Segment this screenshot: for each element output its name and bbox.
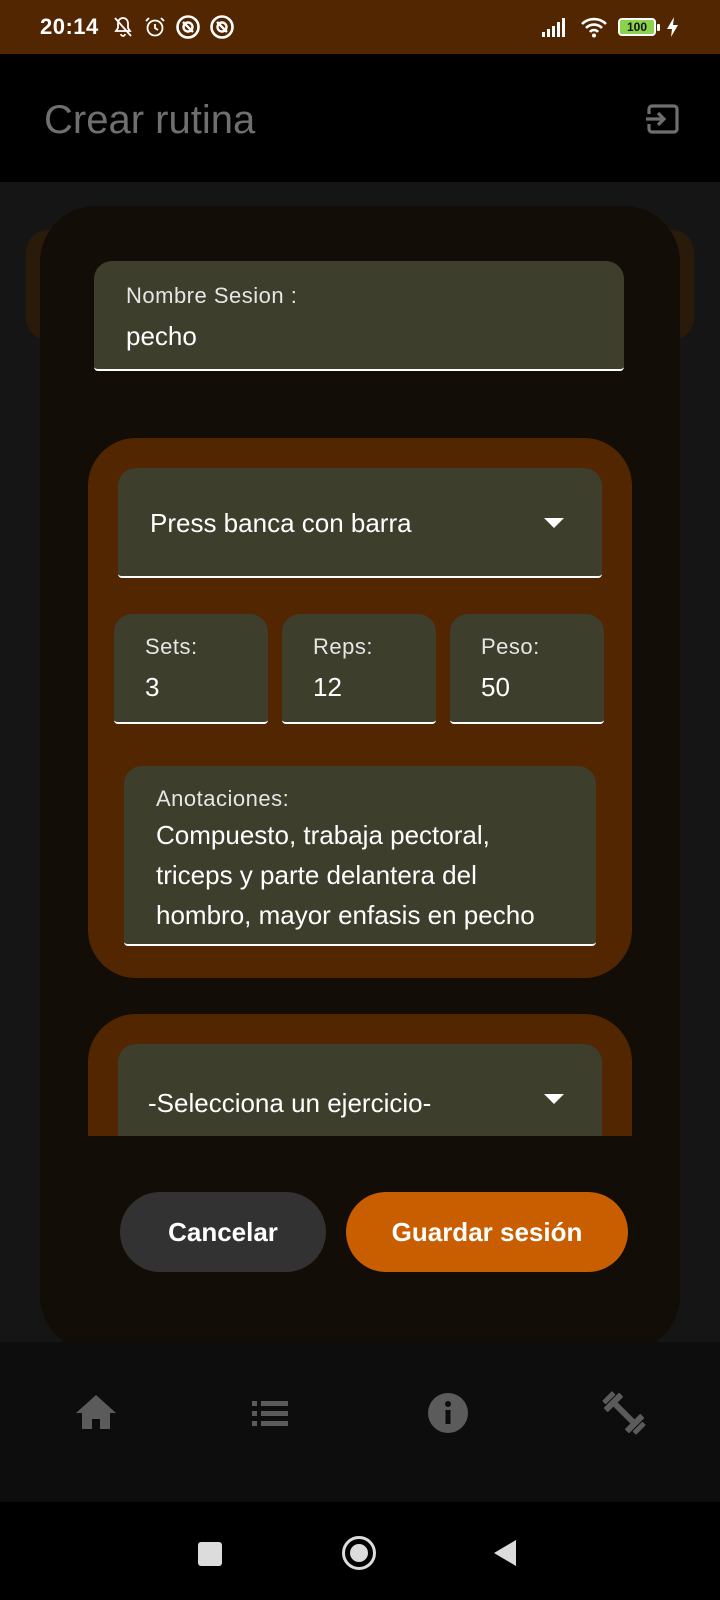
weight-field[interactable]: Peso: 50 — [450, 614, 604, 724]
reps-value: 12 — [313, 672, 342, 702]
session-name-label: Nombre Sesion : — [126, 283, 298, 308]
exit-icon[interactable] — [642, 98, 684, 140]
session-name-value: pecho — [126, 321, 197, 351]
focus-mode-icon — [209, 15, 234, 39]
exercise-placeholder: -Selecciona un ejercicio- — [148, 1088, 432, 1118]
app-bar: Crear rutina — [0, 54, 720, 182]
alarm-icon — [145, 17, 165, 37]
back-button[interactable] — [494, 1540, 516, 1566]
notes-field[interactable]: Anotaciones: Compuesto, trabaja pectoral… — [124, 766, 596, 946]
exercise-selected-value: Press banca con barra — [150, 508, 412, 538]
session-name-field[interactable]: Nombre Sesion : pecho — [94, 261, 624, 371]
weight-value: 50 — [481, 672, 510, 702]
exercise-dropdown[interactable]: Press banca con barra — [118, 468, 602, 578]
mute-bell-icon — [114, 17, 132, 37]
status-time: 20:14 — [40, 14, 99, 39]
exercise-dropdown[interactable]: -Selecciona un ejercicio- — [118, 1044, 602, 1136]
wifi-icon — [581, 17, 607, 38]
chevron-down-icon — [544, 518, 564, 528]
sets-label: Sets: — [145, 634, 198, 659]
notes-label: Anotaciones: — [156, 786, 290, 811]
battery-level: 100 — [626, 20, 648, 34]
chevron-down-icon — [544, 1094, 564, 1104]
focus-mode-icon — [175, 15, 200, 39]
signal-icon — [542, 18, 565, 37]
exercise-card: -Selecciona un ejercicio- — [88, 1014, 632, 1136]
notes-line-2: triceps y parte delantera del — [156, 860, 477, 890]
battery-icon: 100 — [618, 18, 660, 36]
reps-label: Reps: — [313, 634, 373, 659]
info-icon[interactable] — [420, 1385, 476, 1441]
notes-line-3: hombro, mayor enfasis en pecho — [156, 900, 535, 930]
recents-button[interactable] — [198, 1542, 222, 1566]
exercise-card: Press banca con barra Sets: 3 Reps: 12 P… — [88, 438, 632, 978]
page-title: Crear rutina — [44, 98, 256, 142]
notes-line-1: Compuesto, trabaja pectoral, — [156, 820, 490, 850]
charging-icon — [667, 17, 678, 37]
home-button[interactable] — [342, 1536, 376, 1570]
exercise-list-clip: -Selecciona un ejercicio- — [88, 1014, 632, 1136]
create-session-dialog: Nombre Sesion : pecho Press banca con ba… — [40, 206, 680, 1352]
sets-value: 3 — [145, 672, 160, 702]
dumbbell-icon[interactable] — [596, 1385, 652, 1441]
status-bar: 20:14 100 — [0, 0, 720, 54]
save-session-button[interactable]: Guardar sesión — [346, 1192, 628, 1272]
weight-label: Peso: — [481, 634, 540, 659]
list-icon[interactable] — [244, 1385, 300, 1441]
sets-field[interactable]: Sets: 3 — [114, 614, 268, 724]
reps-field[interactable]: Reps: 12 — [282, 614, 436, 724]
home-icon[interactable] — [68, 1385, 124, 1441]
cancel-button[interactable]: Cancelar — [120, 1192, 326, 1272]
